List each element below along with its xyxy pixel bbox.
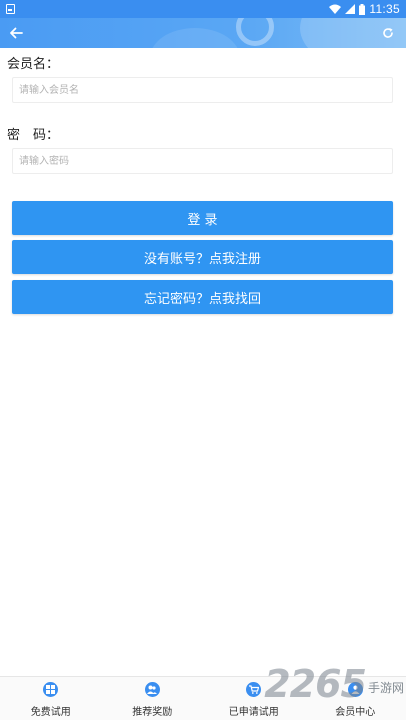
login-button[interactable]: 登 录: [12, 201, 393, 235]
toolbar: [0, 18, 406, 48]
header-decoration: [150, 28, 240, 48]
status-bar: 11:35: [0, 0, 406, 18]
watermark: 2265 手游网: [264, 662, 404, 706]
username-input[interactable]: [12, 77, 393, 103]
nav-item-referral-reward[interactable]: 推荐奖励: [102, 677, 204, 720]
cart-icon: [246, 682, 262, 697]
watermark-number: 2265: [264, 662, 367, 706]
register-button[interactable]: 没有账号？点我注册: [12, 240, 393, 274]
refresh-icon: [383, 28, 393, 38]
status-time: 11:35: [369, 2, 400, 16]
back-button[interactable]: [6, 23, 26, 43]
nav-label: 免费试用: [30, 707, 71, 718]
forgot-password-button[interactable]: 忘记密码？点我找回: [12, 280, 393, 314]
wifi-icon: [329, 4, 342, 14]
username-label: 会员名：: [7, 57, 60, 72]
nav-label: 推荐奖励: [132, 707, 173, 718]
nav-item-free-trial[interactable]: 免费试用: [0, 677, 102, 720]
arrow-left-icon: [10, 27, 23, 39]
battery-icon: [359, 3, 366, 15]
refresh-button[interactable]: [378, 23, 398, 43]
notification-icon: [6, 4, 15, 14]
watermark-text: 手游网: [367, 680, 404, 695]
grid-icon: [43, 682, 59, 697]
password-label: 密 码：: [7, 128, 60, 143]
signal-icon: [345, 4, 356, 14]
header-decoration-ring: [236, 18, 274, 46]
password-input[interactable]: [12, 148, 393, 174]
people-icon: [144, 682, 160, 697]
